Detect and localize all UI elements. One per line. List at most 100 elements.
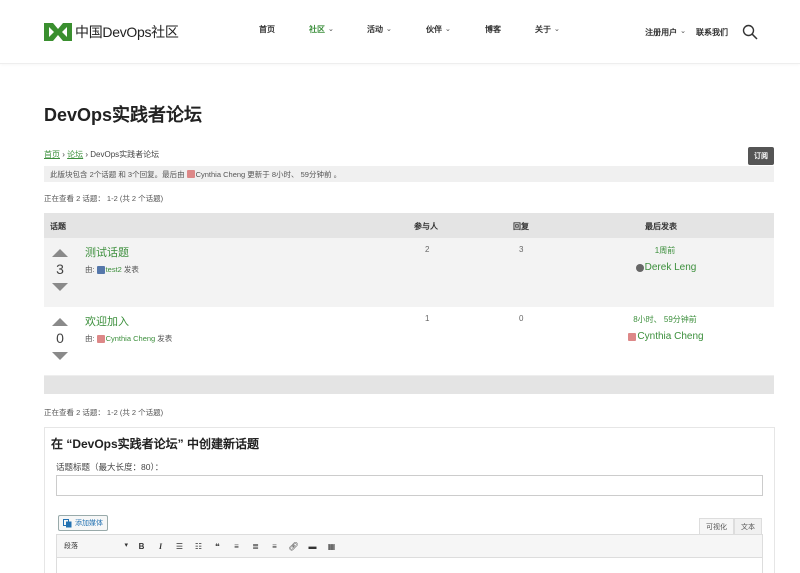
breadcrumb: 首页 › 论坛 › DevOps实践者论坛 (44, 149, 159, 160)
nav-label: 关于 (535, 25, 551, 34)
bold-button[interactable]: B (136, 542, 147, 551)
link-icon[interactable]: 🔗︎ (288, 542, 299, 551)
topic-title-label: 话题标题（最大长度：80）： (56, 462, 164, 472)
nav-label: 活动 (367, 25, 383, 34)
media-icon (63, 518, 72, 527)
topic-author[interactable]: test2 (106, 265, 122, 274)
last-post-user[interactable]: Derek Leng (595, 262, 735, 273)
breadcrumb-home[interactable]: 首页 (44, 150, 60, 159)
voice-count: 2 (425, 245, 430, 254)
table-footer (44, 376, 774, 394)
forum-info-user[interactable]: Cynthia Cheng (196, 170, 246, 179)
format-select-value: 段落 (64, 543, 78, 550)
last-post-time[interactable]: 8小时、 59分钟前 (605, 314, 725, 325)
bullet-list-icon[interactable]: ☰ (174, 542, 185, 551)
breadcrumb-current: DevOps实践者论坛 (90, 150, 160, 159)
by-prefix: 由: (85, 334, 95, 343)
topic-author-line: 由: test2 发表 (85, 264, 139, 275)
breadcrumb-separator: › (85, 150, 89, 159)
breadcrumb-forums[interactable]: 论坛 (67, 150, 83, 159)
caret-down-icon: ▾ (124, 542, 128, 549)
topic-author[interactable]: Cynthia Cheng (106, 334, 156, 343)
avatar (96, 334, 105, 343)
table-row: 3 测试话题 由: test2 发表 2 3 1周前 Derek Leng (44, 238, 774, 307)
nav-item-about[interactable]: 关于 ⌄ (535, 24, 560, 35)
downvote-arrow-icon[interactable] (52, 352, 68, 360)
numbered-list-icon[interactable]: ☷ (193, 542, 204, 551)
toolbar-toggle-icon[interactable]: ▦ (326, 542, 337, 551)
nav-item-home[interactable]: 首页 (259, 24, 275, 35)
header-replies: 回复 (513, 222, 529, 231)
pagination-count-bottom: 正在查看 2 话题： 1-2 (共 2 个话题) (44, 408, 164, 417)
breadcrumb-separator: › (62, 150, 65, 159)
nav-item-blog[interactable]: 博客 (485, 24, 501, 35)
italic-button[interactable]: I (155, 542, 166, 551)
topics-table: 话题 参与人 回复 最后发表 3 测试话题 由: test2 发表 2 3 1周… (44, 213, 774, 394)
vote-score: 0 (56, 330, 64, 346)
avatar (186, 170, 195, 178)
nav-label: 首页 (259, 25, 275, 34)
by-suffix: 发表 (157, 334, 173, 343)
search-icon[interactable] (742, 24, 758, 40)
header-last-post: 最后发表 (645, 222, 677, 231)
add-media-button[interactable]: 添加媒体 (58, 515, 108, 531)
chevron-down-icon: ⌄ (680, 28, 686, 35)
header-actions: 注册用户 ⌄ 联系我们 (645, 24, 758, 40)
topic-title-link[interactable]: 测试话题 (85, 244, 129, 260)
upvote-arrow-icon[interactable] (52, 249, 68, 257)
format-select[interactable]: 段落 ▾ (64, 541, 128, 551)
last-post-user-name: Cynthia Cheng (637, 331, 704, 342)
avatar (628, 332, 637, 341)
align-right-icon[interactable]: ≡ (269, 542, 280, 551)
register-menu[interactable]: 注册用户 ⌄ (645, 27, 686, 38)
nav-label: 社区 (309, 25, 325, 34)
topic-title-input[interactable] (56, 475, 763, 496)
pagination-count: 正在查看 2 话题： 1-2 (共 2 个话题) (44, 194, 164, 203)
avatar (635, 263, 644, 272)
voice-count: 1 (425, 314, 430, 323)
align-center-icon[interactable]: ≣ (250, 542, 261, 551)
header-voices: 参与人 (414, 222, 438, 231)
last-post-time[interactable]: 1周前 (605, 245, 725, 256)
avatar (96, 265, 105, 274)
vote-widget: 0 (52, 318, 68, 360)
reply-count: 3 (519, 245, 524, 254)
align-left-icon[interactable]: ≡ (231, 542, 242, 551)
nav-item-community[interactable]: 社区 ⌄ (309, 24, 334, 35)
by-suffix: 发表 (123, 265, 139, 274)
nav-label: 伙伴 (426, 25, 442, 34)
by-prefix: 由: (85, 265, 95, 274)
page-title: DevOps实践者论坛 (44, 105, 203, 125)
last-post-user-name: Derek Leng (644, 262, 697, 273)
downvote-arrow-icon[interactable] (52, 283, 68, 291)
forum-info-suffix: 更新于 8小时、 59分钟前 。 (245, 170, 342, 179)
table-row: 0 欢迎加入 由: Cynthia Cheng 发表 1 0 8小时、 59分钟… (44, 307, 774, 376)
insert-more-icon[interactable]: ▬ (307, 542, 318, 551)
header-topic: 话题 (50, 222, 66, 231)
editor-toolbar: 段落 ▾ B I ☰ ☷ ❝ ≡ ≣ ≡ 🔗︎ ▬ ▦ (56, 534, 763, 558)
add-media-label: 添加媒体 (75, 520, 103, 527)
nav-item-partners[interactable]: 伙伴 ⌄ (426, 24, 451, 35)
topic-author-line: 由: Cynthia Cheng 发表 (85, 333, 172, 344)
last-post-user[interactable]: Cynthia Cheng (595, 331, 735, 342)
nav-label: 博客 (485, 25, 501, 34)
topic-title-link[interactable]: 欢迎加入 (85, 313, 129, 329)
vote-widget: 3 (52, 249, 68, 291)
reply-count: 0 (519, 314, 524, 323)
blockquote-icon[interactable]: ❝ (212, 542, 223, 551)
vote-score: 3 (56, 261, 64, 277)
new-topic-heading: 在 “DevOps实践者论坛” 中创建新话题 (51, 437, 260, 451)
forum-info-notice: 此版块包含 2个话题 和 3个回复。最后由 Cynthia Cheng 更新于 8… (44, 166, 774, 182)
register-label: 注册用户 (645, 27, 678, 37)
chevron-down-icon: ⌄ (386, 25, 392, 33)
forum-info-prefix: 此版块包含 2个话题 和 3个回复。最后由 (50, 170, 185, 179)
nav-item-events[interactable]: 活动 ⌄ (367, 24, 392, 35)
subscribe-button[interactable]: 订阅 (748, 147, 774, 165)
chevron-down-icon: ⌄ (554, 25, 560, 33)
chevron-down-icon: ⌄ (445, 25, 451, 33)
upvote-arrow-icon[interactable] (52, 318, 68, 326)
chevron-down-icon: ⌄ (328, 25, 334, 33)
site-header: 中国DevOps社区 首页 社区 ⌄ 活动 ⌄ 伙伴 ⌄ 博客 关于 ⌄ 注册用… (0, 0, 800, 64)
editor-content-area[interactable] (56, 558, 763, 573)
contact-link[interactable]: 联系我们 (696, 27, 728, 38)
